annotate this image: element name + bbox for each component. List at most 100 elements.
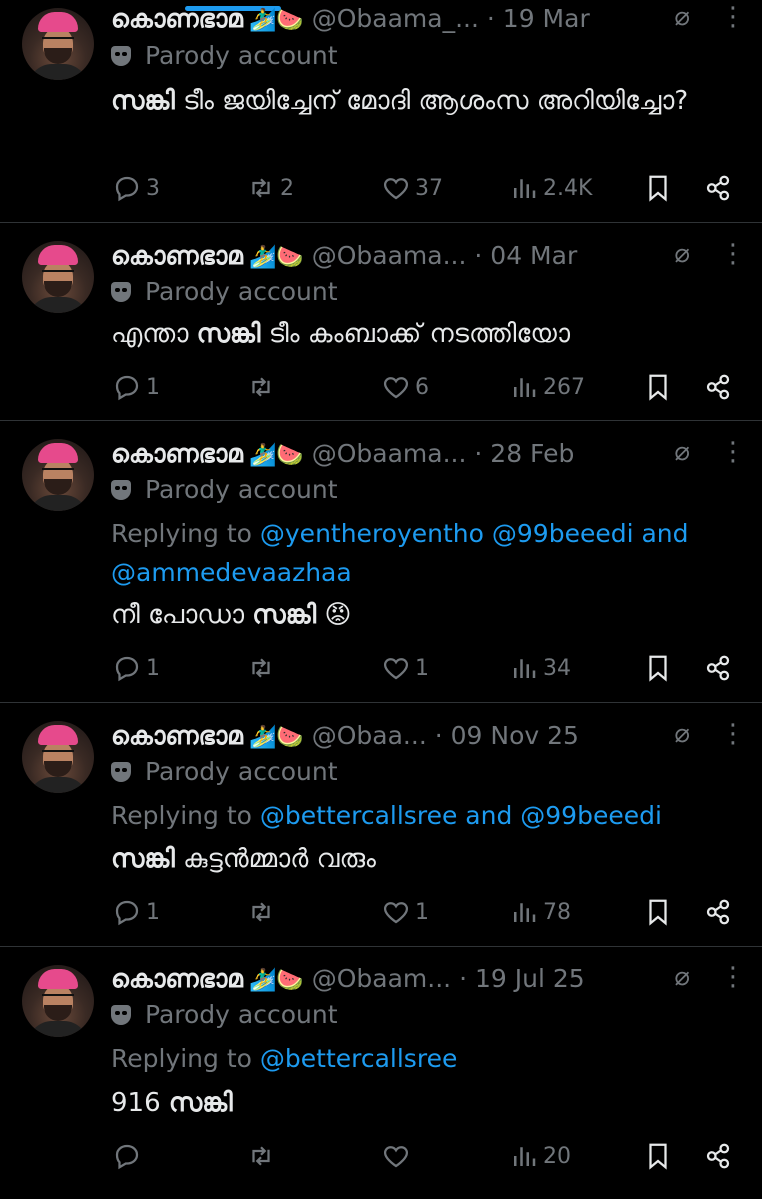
reply-button[interactable]: 1 bbox=[112, 367, 160, 407]
views-button[interactable]: 267 bbox=[509, 367, 585, 407]
views-icon bbox=[509, 897, 539, 927]
likes-count: 1 bbox=[415, 655, 429, 681]
timestamp[interactable]: · 04 Mar bbox=[474, 241, 577, 270]
views-button[interactable]: 20 bbox=[509, 1136, 571, 1176]
share-button[interactable] bbox=[703, 892, 733, 932]
name-emoji: 🏄‍♂️🍉 bbox=[248, 968, 304, 993]
display-name[interactable]: കൊണഭാമ bbox=[111, 4, 243, 33]
share-icon bbox=[703, 653, 733, 683]
avatar[interactable] bbox=[22, 965, 94, 1037]
views-icon bbox=[509, 173, 539, 203]
share-button[interactable] bbox=[703, 1136, 733, 1176]
bookmark-button[interactable] bbox=[643, 367, 673, 407]
views-button[interactable]: 34 bbox=[509, 648, 571, 688]
reply-button[interactable]: 1 bbox=[112, 892, 160, 932]
parody-mask-icon bbox=[111, 480, 131, 500]
grok-icon[interactable]: ⌀ bbox=[674, 719, 690, 749]
tweet-actions: 1 1 78 bbox=[0, 892, 762, 932]
reply-button[interactable]: 1 bbox=[112, 648, 160, 688]
tweet[interactable]: കൊണഭാമ 🏄‍♂️🍉 @Obaama... · 28 Feb ⌀ ⋮ Parod… bbox=[0, 421, 762, 703]
likes-count: 1 bbox=[415, 899, 429, 925]
bookmark-icon bbox=[643, 1141, 673, 1171]
views-icon bbox=[509, 372, 539, 402]
views-count: 78 bbox=[543, 899, 571, 925]
likes-count: 37 bbox=[415, 175, 443, 201]
more-icon[interactable]: ⋮ bbox=[720, 2, 746, 32]
parody-label: Parody account bbox=[111, 277, 338, 307]
more-icon[interactable]: ⋮ bbox=[720, 962, 746, 992]
bookmark-button[interactable] bbox=[643, 892, 673, 932]
display-name[interactable]: കൊണഭാമ bbox=[111, 721, 243, 750]
parody-label: Parody account bbox=[111, 1000, 338, 1030]
like-button[interactable] bbox=[381, 1136, 415, 1176]
grok-icon[interactable]: ⌀ bbox=[674, 239, 690, 269]
views-count: 267 bbox=[543, 374, 585, 400]
handle[interactable]: @Obaam... bbox=[312, 964, 451, 993]
more-icon[interactable]: ⋮ bbox=[720, 437, 746, 467]
tweet-actions: 20 bbox=[0, 1136, 762, 1176]
tweet-text: നീ പോഡാ സങ്കി 😡 bbox=[111, 600, 352, 630]
repost-button[interactable] bbox=[246, 648, 280, 688]
display-name[interactable]: കൊണഭാമ bbox=[111, 964, 243, 993]
like-button[interactable]: 6 bbox=[381, 367, 429, 407]
tweet[interactable]: കൊണഭാമ 🏄‍♂️🍉 @Obaama... · 04 Mar ⌀ ⋮ Parod… bbox=[0, 223, 762, 421]
avatar[interactable] bbox=[22, 721, 94, 793]
mention-link[interactable]: @99beeedi bbox=[492, 519, 634, 548]
timestamp[interactable]: · 28 Feb bbox=[474, 439, 574, 468]
handle[interactable]: @Obaa... bbox=[312, 721, 427, 750]
repost-button[interactable] bbox=[246, 892, 280, 932]
grok-icon[interactable]: ⌀ bbox=[674, 437, 690, 467]
tweet-header: കൊണഭാമ 🏄‍♂️🍉 @Obaama_... · 19 Mar bbox=[111, 4, 751, 34]
like-button[interactable]: 1 bbox=[381, 892, 429, 932]
heart-icon bbox=[381, 1141, 411, 1171]
bookmark-button[interactable] bbox=[643, 168, 673, 208]
repost-button[interactable] bbox=[246, 1136, 280, 1176]
repost-icon bbox=[246, 372, 276, 402]
more-icon[interactable]: ⋮ bbox=[720, 719, 746, 749]
timestamp[interactable]: · 09 Nov 25 bbox=[435, 721, 579, 750]
reply-icon bbox=[112, 897, 142, 927]
share-button[interactable] bbox=[703, 648, 733, 688]
bookmark-button[interactable] bbox=[643, 1136, 673, 1176]
handle[interactable]: @Obaama_... bbox=[312, 4, 479, 33]
views-button[interactable]: 2.4K bbox=[509, 168, 592, 208]
views-icon bbox=[509, 1141, 539, 1171]
parody-mask-icon bbox=[111, 46, 131, 66]
repost-button[interactable]: 2 bbox=[246, 168, 294, 208]
tweet-text: എന്താ സങ്കി ടീം കംബാക്ക് നടത്തിയോ bbox=[111, 319, 571, 349]
avatar[interactable] bbox=[22, 439, 94, 511]
views-button[interactable]: 78 bbox=[509, 892, 571, 932]
share-icon bbox=[703, 897, 733, 927]
mention-link[interactable]: @bettercallsree bbox=[260, 801, 457, 830]
tweet[interactable]: കൊണഭാമ 🏄‍♂️🍉 @Obaam... · 19 Jul 25 ⌀ ⋮ Par… bbox=[0, 947, 762, 1199]
grok-icon[interactable]: ⌀ bbox=[674, 2, 690, 32]
timestamp[interactable]: · 19 Jul 25 bbox=[459, 964, 585, 993]
handle[interactable]: @Obaama... bbox=[312, 439, 467, 468]
reply-button[interactable]: 3 bbox=[112, 168, 160, 208]
tweet[interactable]: കൊണഭാമ 🏄‍♂️🍉 @Obaama_... · 19 Mar ⌀ ⋮ Paro… bbox=[0, 0, 762, 223]
share-button[interactable] bbox=[703, 367, 733, 407]
share-button[interactable] bbox=[703, 168, 733, 208]
display-name[interactable]: കൊണഭാമ bbox=[111, 439, 243, 468]
mention-link[interactable]: @ammedevaazhaa bbox=[111, 558, 352, 587]
repost-button[interactable] bbox=[246, 367, 280, 407]
mention-link[interactable]: @yentheroyentho bbox=[260, 519, 484, 548]
display-name[interactable]: കൊണഭാമ bbox=[111, 241, 243, 270]
tweet-text: സങ്കി ടീം ജയിച്ചേന് മോദി ആശംസ അറിയിച്ചോ? bbox=[111, 86, 689, 116]
handle[interactable]: @Obaama... bbox=[312, 241, 467, 270]
more-icon[interactable]: ⋮ bbox=[720, 239, 746, 269]
like-button[interactable]: 37 bbox=[381, 168, 443, 208]
mention-link[interactable]: @99beeedi bbox=[520, 801, 662, 830]
views-count: 2.4K bbox=[543, 175, 593, 201]
avatar[interactable] bbox=[22, 241, 94, 313]
reposts-count: 2 bbox=[280, 175, 294, 201]
tweet[interactable]: കൊണഭാമ 🏄‍♂️🍉 @Obaa... · 09 Nov 25 ⌀ ⋮ Paro… bbox=[0, 703, 762, 947]
grok-icon[interactable]: ⌀ bbox=[674, 962, 690, 992]
reply-button[interactable] bbox=[112, 1136, 146, 1176]
bookmark-button[interactable] bbox=[643, 648, 673, 688]
timestamp[interactable]: · 19 Mar bbox=[487, 4, 590, 33]
repost-icon bbox=[246, 1141, 276, 1171]
avatar[interactable] bbox=[22, 8, 94, 80]
mention-link[interactable]: @bettercallsree bbox=[260, 1044, 457, 1073]
like-button[interactable]: 1 bbox=[381, 648, 429, 688]
